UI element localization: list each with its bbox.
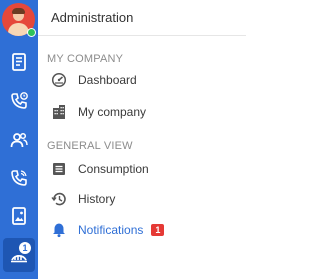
- menu-item-history[interactable]: History: [50, 188, 115, 210]
- page-title: Administration: [51, 10, 134, 25]
- building-icon: [50, 103, 68, 121]
- phone-icon[interactable]: [7, 166, 31, 190]
- menu-item-consumption[interactable]: Consumption: [50, 158, 149, 180]
- left-rail: 1: [0, 0, 38, 279]
- section-label-general-view: GENERAL VIEW: [47, 140, 133, 152]
- bell-icon: [50, 221, 68, 239]
- administration-panel: Administration MY COMPANY Dashboard My c…: [38, 0, 246, 279]
- rail-notification-badge: 1: [19, 242, 31, 254]
- dashboard-icon: [50, 71, 68, 89]
- menu-item-label: Dashboard: [78, 73, 137, 87]
- menu-item-notifications[interactable]: Notifications 1: [50, 219, 165, 241]
- list-icon: [50, 160, 68, 178]
- document-icon[interactable]: [7, 50, 31, 74]
- section-label-my-company: MY COMPANY: [47, 53, 124, 65]
- menu-item-dashboard[interactable]: Dashboard: [50, 69, 137, 91]
- image-icon[interactable]: [7, 204, 31, 228]
- menu-item-label: Consumption: [78, 162, 149, 176]
- status-online-icon: [27, 28, 36, 37]
- avatar[interactable]: [2, 3, 36, 37]
- users-icon[interactable]: [7, 128, 31, 152]
- menu-item-my-company[interactable]: My company: [50, 101, 146, 123]
- history-icon: [50, 190, 68, 208]
- menu-item-label: History: [78, 192, 116, 206]
- notification-count-badge: 1: [151, 224, 165, 236]
- menu-item-label: Notifications: [78, 223, 144, 237]
- clock-phone-icon[interactable]: [7, 89, 31, 113]
- panel-header: Administration: [38, 0, 246, 36]
- menu-item-label: My company: [78, 105, 147, 119]
